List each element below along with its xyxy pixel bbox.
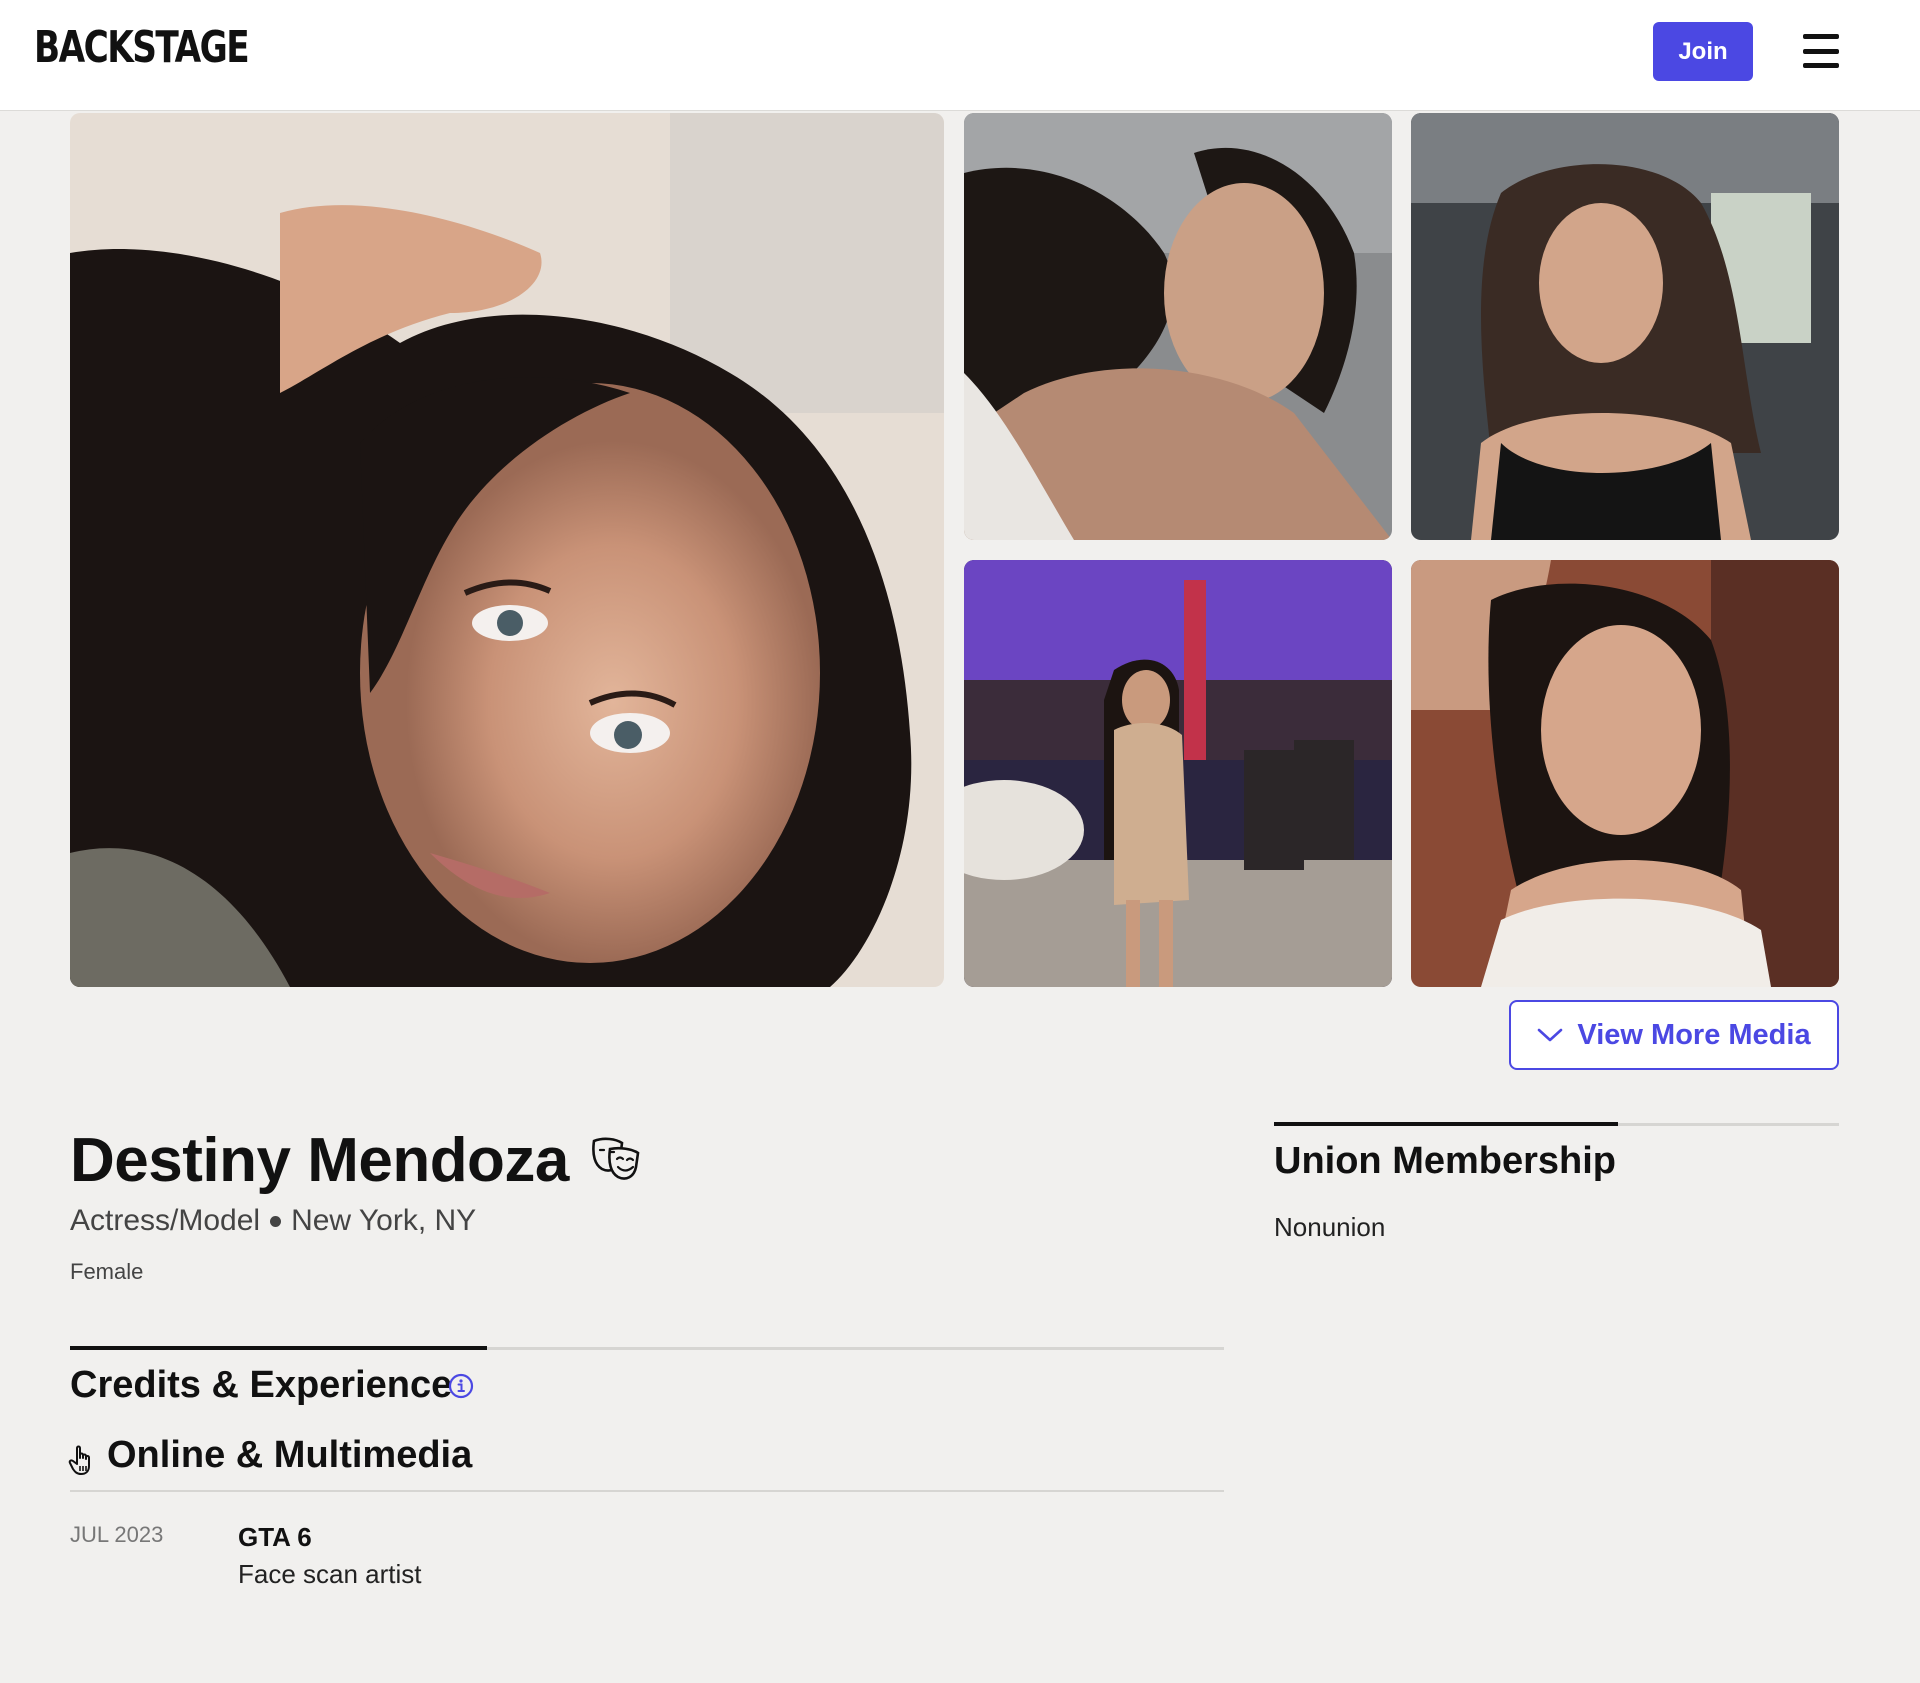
profile-photo-main[interactable]: [70, 113, 944, 987]
view-more-media-button[interactable]: View More Media: [1509, 1000, 1839, 1070]
profile-photo-5[interactable]: [1411, 560, 1839, 987]
separator-dot: [270, 1215, 282, 1227]
credit-category-heading: Online & Multimedia: [107, 1434, 473, 1476]
pointer-hand-icon: [68, 1445, 90, 1475]
site-header: BACKSTAGE Join: [0, 0, 1920, 111]
category-divider: [70, 1490, 1224, 1492]
backstage-logo[interactable]: BACKSTAGE: [34, 22, 250, 73]
credits-heading: Credits & Experience: [70, 1364, 453, 1406]
info-icon[interactable]: [448, 1373, 474, 1399]
hamburger-menu-icon[interactable]: [1800, 32, 1842, 70]
profile-location: New York, NY: [291, 1204, 477, 1237]
union-section-divider-rest: [1618, 1123, 1839, 1126]
profile-roles: Actress/Model: [70, 1204, 261, 1237]
join-button[interactable]: Join: [1653, 22, 1753, 81]
profile-name: Destiny Mendoza: [70, 1126, 569, 1195]
credits-section-divider-rest: [487, 1347, 1224, 1350]
union-membership-heading: Union Membership: [1274, 1140, 1617, 1182]
chevron-down-icon: [1538, 1028, 1563, 1042]
credit-title: GTA 6: [238, 1522, 312, 1552]
theater-masks-icon: [592, 1137, 640, 1180]
credit-role: Face scan artist: [238, 1559, 422, 1589]
union-membership-value: Nonunion: [1274, 1212, 1386, 1242]
profile-gender: Female: [70, 1259, 144, 1284]
credit-date: JUL 2023: [70, 1522, 164, 1547]
profile-photo-3[interactable]: [1411, 113, 1839, 540]
union-section-divider: [1274, 1122, 1618, 1126]
credits-section-divider: [70, 1346, 487, 1350]
profile-photo-2[interactable]: [964, 113, 1392, 540]
profile-photo-4[interactable]: [964, 560, 1392, 987]
profile-subline: Actress/Model New York, NY: [70, 1204, 476, 1238]
view-more-media-label: View More Media: [1577, 1018, 1811, 1051]
